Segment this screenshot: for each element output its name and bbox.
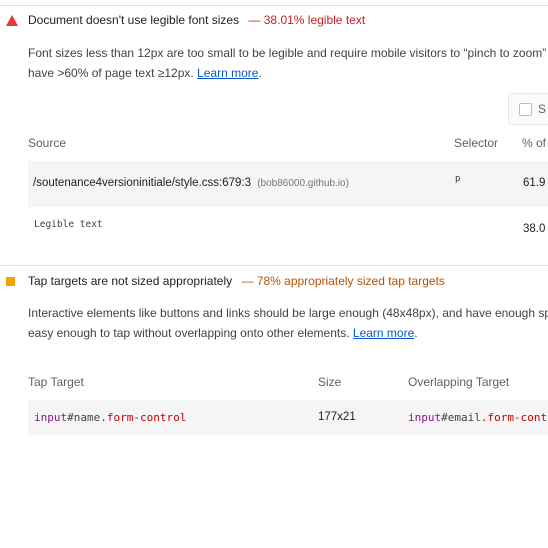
overlap-target-class: .form-contr [480,411,548,424]
font-audit-title-row[interactable]: Document doesn't use legible font sizes … [28,13,365,27]
percent-cell: 61.9 [523,177,546,189]
col-size-header: Size [318,375,342,389]
tap-target-id: #name [67,411,101,424]
source-cell[interactable]: /soutenance4versioninitiale/style.css:67… [33,177,349,189]
filter-label: S [538,102,547,116]
font-desc-line2: have >60% of page text ≥12px. Learn more… [28,63,548,83]
legible-text-label: Legible text [34,219,103,230]
legible-percent-cell: 38.0 [523,223,546,235]
tap-audit-title-row[interactable]: Tap targets are not sized appropriately … [28,274,445,288]
font-desc-period: . [258,66,262,80]
col-percent-header: % of [522,136,547,150]
tap-desc-period: . [414,326,418,340]
tap-target-tag: input [34,411,68,424]
tap-audit-title: Tap targets are not sized appropriately [28,274,233,288]
tap-desc-line1: Interactive elements like buttons and li… [28,306,548,320]
tap-desc-line2: easy enough to tap without overlapping o… [28,323,548,343]
font-learn-more-link[interactable]: Learn more [197,66,258,80]
warn-square-icon [6,277,15,286]
col-tap-target-header: Tap Target [28,375,84,389]
source-url: /soutenance4versioninitiale/style.css:67… [33,177,251,189]
tap-audit-description: Interactive elements like buttons and li… [28,303,548,343]
tap-learn-more-link[interactable]: Learn more [353,326,414,340]
source-domain: (bob86000.github.io) [257,178,349,189]
col-selector-header: Selector [454,136,499,150]
selector-cell: p [455,174,461,184]
fail-triangle-icon [6,15,18,26]
tap-target-cell[interactable]: input#name.form-control [34,411,186,424]
col-overlap-header: Overlapping Target [408,375,510,389]
audit-divider [0,265,548,266]
tap-desc-line2-text: easy enough to tap without overlapping o… [28,326,350,340]
filter-checkbox[interactable] [519,103,532,116]
col-source-header: Source [28,136,67,150]
font-audit-description: Font sizes less than 12px are too small … [28,43,548,83]
overlap-target-id: #email [441,411,481,424]
overlap-target-cell[interactable]: input#email.form-contr [408,411,548,424]
overlap-target-tag: input [408,411,442,424]
tap-size-cell: 177x21 [318,411,356,423]
top-divider [0,5,548,6]
font-desc-line1: Font sizes less than 12px are too small … [28,46,547,60]
tap-target-class: .form-control [100,411,187,424]
font-audit-score: — 38.01% legible text [248,13,366,27]
font-audit-title: Document doesn't use legible font sizes [28,13,240,27]
tap-audit-score: — 78% appropriately sized tap targets [241,274,445,288]
font-desc-line2-text: have >60% of page text ≥12px. [28,66,194,80]
